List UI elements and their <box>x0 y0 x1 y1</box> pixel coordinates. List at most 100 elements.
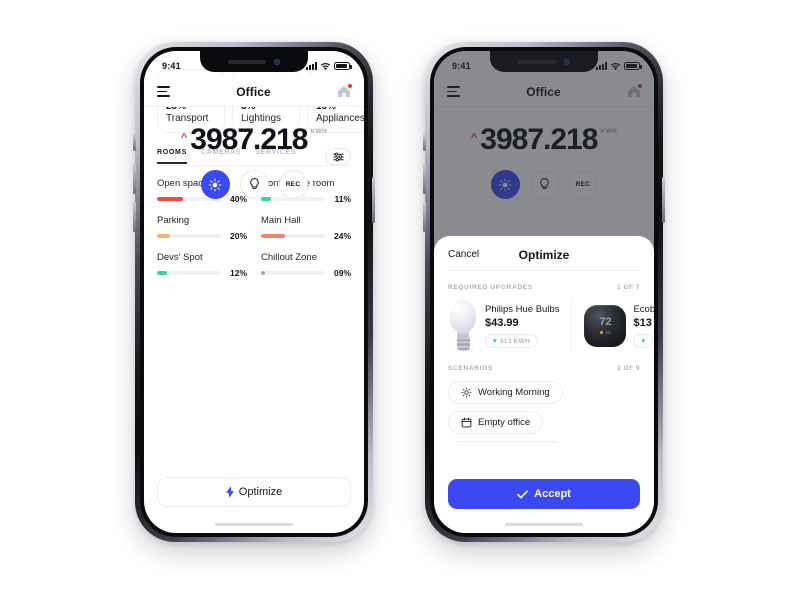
thermostat-image: 72 68 <box>584 305 627 347</box>
thermostat-subtemp: 68 <box>605 330 611 335</box>
chevron-down-icon: ▾ <box>493 338 497 345</box>
calendar-icon <box>461 417 472 428</box>
record-label: REC <box>285 181 301 188</box>
home-icon[interactable] <box>337 83 353 98</box>
sun-icon <box>208 178 222 191</box>
silent-switch[interactable] <box>423 134 426 151</box>
brightness-mode-button[interactable] <box>200 170 230 199</box>
kwh-badge: ▾ 313 KWH <box>485 334 539 348</box>
trend-up-icon: ^ <box>180 132 188 144</box>
notification-dot <box>346 83 353 89</box>
power-button[interactable] <box>372 177 375 223</box>
phone-left: 9:41 Office ^ 3987.218 KWH REC Transport… <box>133 42 375 542</box>
progress-track <box>261 233 325 239</box>
phone-bezel: 9:41 Office <box>140 47 368 537</box>
optimize-button[interactable]: Optimize <box>157 477 351 507</box>
status-indicators <box>306 62 352 71</box>
progress-fill <box>261 270 265 276</box>
scenario-label: Working Morning <box>478 387 550 398</box>
energy-unit: KWH <box>310 128 328 135</box>
battery-icon <box>334 62 352 70</box>
room-usage: 09% <box>261 268 351 278</box>
room-usage: 12% <box>157 268 247 278</box>
upgrades-section-header: REQUIRED UPGRADES 1 OF 7 <box>434 271 654 300</box>
kwh-badge: ▾ <box>633 334 654 348</box>
bolt-icon <box>225 486 234 498</box>
sun-icon <box>461 387 472 398</box>
app-header: Office <box>144 77 364 107</box>
room-name: Parking <box>157 215 190 226</box>
product-info: Ecobee $13 ▾ <box>633 304 654 348</box>
room-percent: 24% <box>333 231 351 241</box>
room-percent: 09% <box>333 268 351 278</box>
room-item[interactable]: Devs' Spot 12% <box>157 252 247 278</box>
product-info: Philips Hue Bulbs $43.99 ▾ 313 KWH <box>485 304 559 348</box>
section-title: REQUIRED UPGRADES <box>448 284 533 291</box>
cellular-signal-icon <box>306 62 317 70</box>
section-count: 2 OF 9 <box>617 365 640 372</box>
screen-optimize-sheet: 9:41 Office <box>434 51 654 533</box>
room-usage: 20% <box>157 231 247 241</box>
room-usage: 24% <box>261 231 351 241</box>
hamburger-icon[interactable] <box>157 86 170 97</box>
room-item[interactable]: Parking 20% <box>157 215 247 241</box>
lighting-mode-button[interactable] <box>239 170 269 199</box>
room-name: Devs' Spot <box>157 252 203 263</box>
thermostat-sub: 68 <box>600 330 610 335</box>
energy-reading-area: ^ 3987.218 KWH <box>144 107 364 199</box>
scenarios-list: Working Morning Empty office <box>434 381 654 443</box>
speaker-grille <box>228 59 266 64</box>
accept-button[interactable]: Accept <box>448 479 640 509</box>
room-percent: 12% <box>229 268 247 278</box>
notch <box>200 51 308 72</box>
silent-switch[interactable] <box>133 134 136 151</box>
section-title: SCENARIOS <box>448 365 493 372</box>
scenario-working-morning[interactable]: Working Morning <box>448 381 563 404</box>
volume-down-button[interactable] <box>133 202 136 232</box>
status-time: 9:41 <box>162 61 181 71</box>
energy-reading: ^ 3987.218 KWH <box>181 125 327 155</box>
power-button[interactable] <box>662 177 665 223</box>
screen-home: 9:41 Office ^ 3987.218 KWH REC Transport… <box>144 51 364 533</box>
sheet-header: Cancel Optimize <box>434 236 654 270</box>
room-percent: 20% <box>229 231 247 241</box>
progress-fill <box>261 233 286 239</box>
progress-fill <box>157 233 170 239</box>
progress-track <box>157 233 221 239</box>
product-name: Ecobee <box>633 304 654 315</box>
scenarios-section-header: SCENARIOS 2 OF 9 <box>434 352 654 381</box>
kwh-value: 313 KWH <box>499 337 531 345</box>
home-indicator <box>505 522 583 526</box>
volume-up-button[interactable] <box>133 164 136 194</box>
product-card[interactable]: Philips Hue Bulbs $43.99 ▾ 313 KWH <box>448 300 571 352</box>
scenario-see-ya-tomorrow[interactable]: See ya tomorrow <box>448 441 563 443</box>
section-count: 1 OF 7 <box>617 284 640 291</box>
status-led-icon <box>600 331 604 334</box>
room-item[interactable]: Chillout Zone 09% <box>261 252 351 278</box>
progress-fill <box>157 270 168 276</box>
room-name: Main Hall <box>261 215 301 226</box>
thermostat-temp: 72 <box>599 316 612 328</box>
phone-bezel: 9:41 Office <box>430 47 658 537</box>
optimize-sheet: Cancel Optimize REQUIRED UPGRADES 1 OF 7 <box>434 236 654 533</box>
volume-up-button[interactable] <box>423 164 426 194</box>
scenario-empty-office[interactable]: Empty office <box>448 411 544 434</box>
lightbulb-image <box>448 300 478 352</box>
room-item[interactable]: Main Hall 24% <box>261 215 351 241</box>
check-icon <box>517 489 528 498</box>
optimize-label: Optimize <box>238 486 283 498</box>
product-price: $43.99 <box>485 317 519 329</box>
energy-value: 3987.218 <box>190 123 308 156</box>
record-mode-button[interactable]: REC <box>278 170 308 199</box>
products-carousel[interactable]: Philips Hue Bulbs $43.99 ▾ 313 KWH 72 68… <box>434 300 654 352</box>
sheet-title: Optimize <box>518 247 570 262</box>
progress-track <box>261 270 325 276</box>
product-name: Philips Hue Bulbs <box>485 304 560 315</box>
phone-right: 9:41 Office <box>423 42 665 542</box>
progress-track <box>157 270 221 276</box>
volume-down-button[interactable] <box>423 202 426 232</box>
bulb-icon <box>249 178 259 190</box>
screenshot-stage: 9:41 Office ^ 3987.218 KWH REC Transport… <box>0 0 800 600</box>
front-camera <box>274 58 280 65</box>
product-card[interactable]: 72 68 Ecobee $13 ▾ <box>571 300 654 352</box>
